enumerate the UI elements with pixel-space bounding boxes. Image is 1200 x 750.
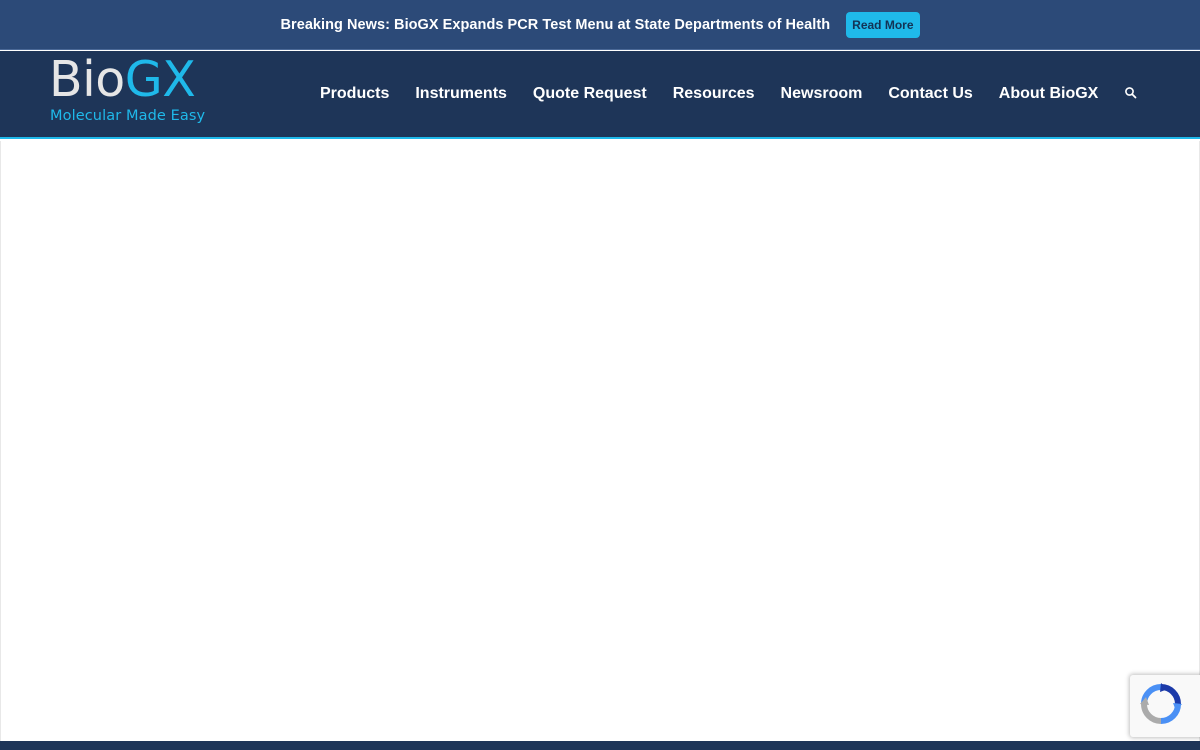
read-more-button[interactable]: Read More bbox=[846, 11, 920, 38]
main-nav: Products Instruments Quote Request Resou… bbox=[307, 51, 1111, 137]
nav-item-contact-us[interactable]: Contact Us bbox=[875, 85, 985, 103]
footer-strip bbox=[0, 741, 1200, 750]
nav-item-about-biogx[interactable]: About BioGX bbox=[986, 85, 1112, 103]
nav-item-quote-request[interactable]: Quote Request bbox=[520, 85, 660, 103]
recaptcha-icon bbox=[1140, 682, 1182, 730]
nav-item-resources[interactable]: Resources bbox=[660, 85, 768, 103]
logo-gx-text: GX bbox=[124, 51, 196, 108]
main-content bbox=[0, 141, 1200, 741]
logo-bio-text: Bio bbox=[49, 51, 125, 108]
breaking-news-text: Breaking News: BioGX Expands PCR Test Me… bbox=[280, 16, 831, 33]
site-header: BioGX Molecular Made Easy Products Instr… bbox=[0, 51, 1200, 139]
nav-item-products[interactable]: Products bbox=[307, 85, 402, 103]
recaptcha-badge[interactable] bbox=[1130, 675, 1200, 737]
search-icon[interactable] bbox=[1124, 86, 1138, 100]
biogx-logo[interactable]: BioGX Molecular Made Easy bbox=[49, 55, 229, 125]
logo-tagline: Molecular Made Easy bbox=[50, 108, 206, 124]
nav-item-instruments[interactable]: Instruments bbox=[402, 85, 520, 103]
news-bar: Breaking News: BioGX Expands PCR Test Me… bbox=[0, 0, 1200, 50]
nav-item-newsroom[interactable]: Newsroom bbox=[768, 85, 876, 103]
logo-wordmark: BioGX bbox=[49, 55, 196, 105]
